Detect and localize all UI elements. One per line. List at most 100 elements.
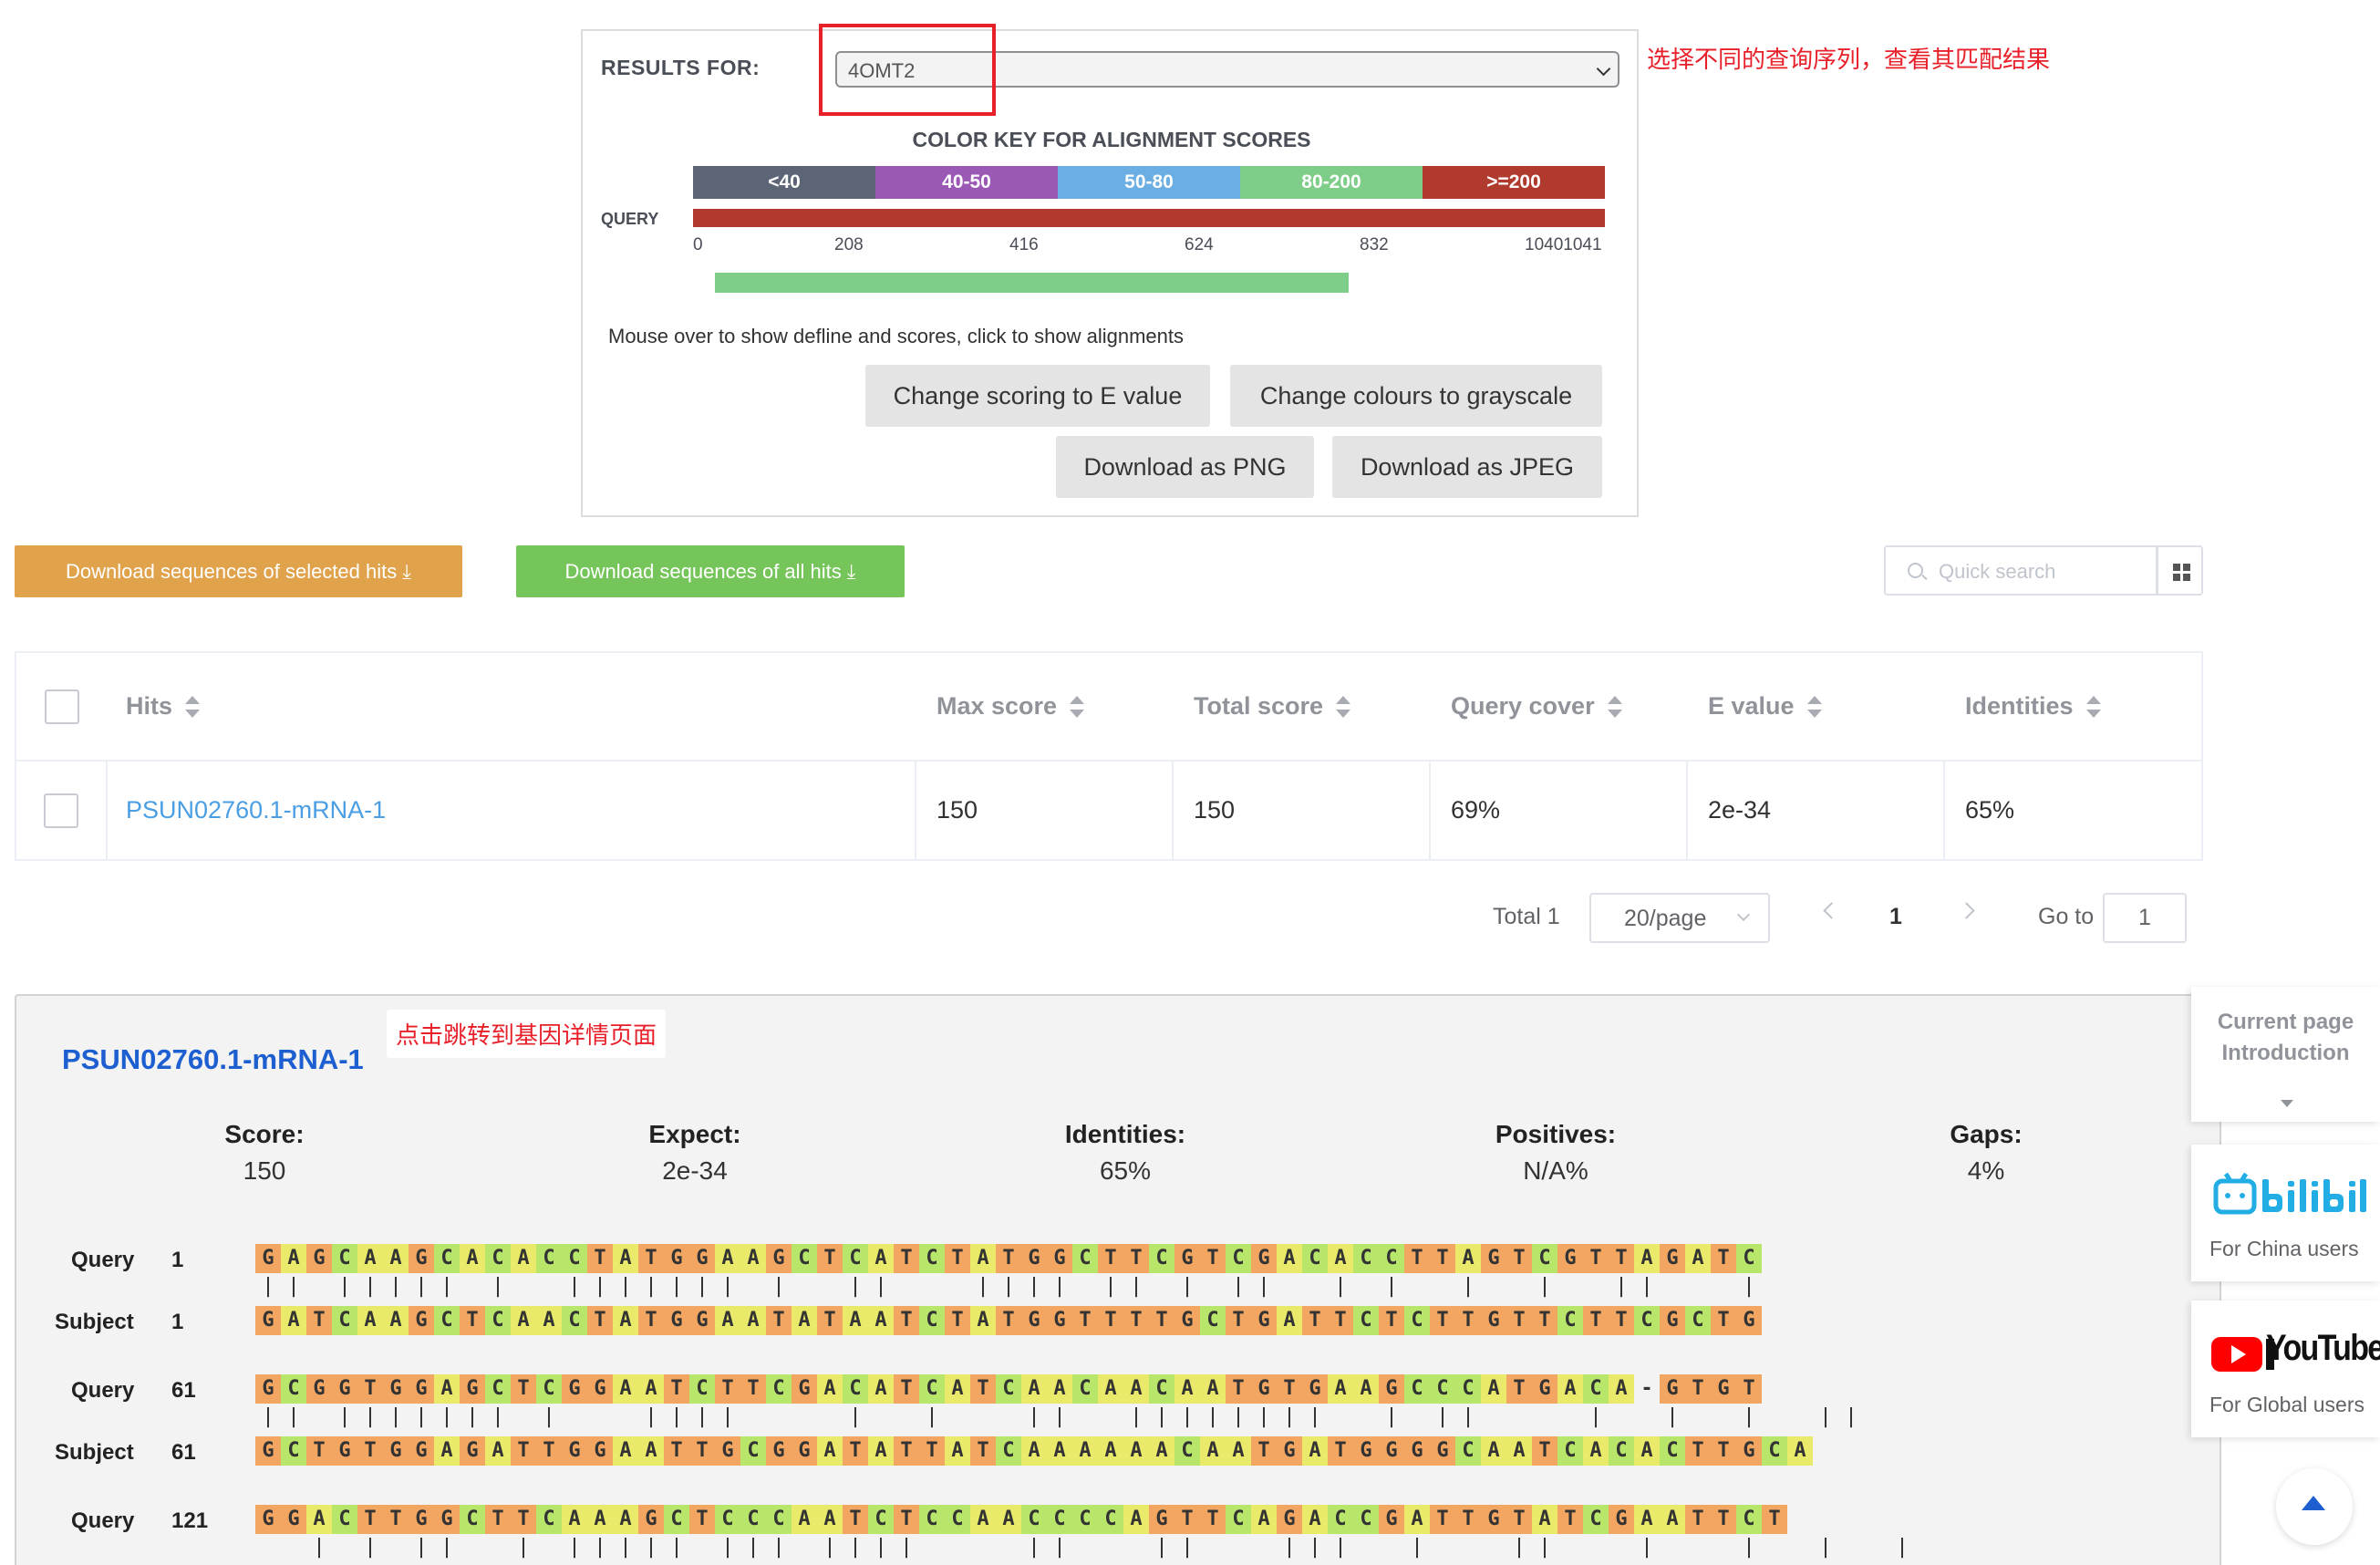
nucleotide: T <box>1200 1244 1226 1273</box>
nucleotide: - <box>1634 1374 1660 1404</box>
match-mark: | <box>287 1275 300 1298</box>
column-header-query-cover[interactable]: Query cover <box>1431 653 1688 760</box>
nucleotide: C <box>485 1374 511 1404</box>
row-checkbox[interactable] <box>44 793 78 828</box>
nucleotide: G <box>1609 1505 1634 1534</box>
subject-sequence: GATCAAGCTCAACTATGGAATATAATCTATGGTTTTGCTG… <box>255 1306 1762 1335</box>
match-mark <box>485 1536 511 1560</box>
download-all-button[interactable]: Download sequences of all hits ⤓ <box>516 545 905 597</box>
nucleotide: G <box>434 1505 460 1534</box>
match-mark <box>970 1536 996 1560</box>
column-header-hits[interactable]: Hits <box>108 653 916 760</box>
column-header-e-value[interactable]: E value <box>1688 653 1945 760</box>
quick-search[interactable] <box>1884 545 2158 596</box>
mouse-hint-text: Mouse over to show defline and scores, c… <box>608 325 1184 347</box>
stat-gaps: Gaps: 4% <box>1950 1120 2023 1185</box>
match-mark <box>1660 1275 1685 1299</box>
axis-tick: 832 <box>1360 235 1389 254</box>
match-mark: | <box>1206 1405 1219 1428</box>
youtube-link[interactable]: YouTube For Global users <box>2191 1301 2380 1437</box>
match-mark <box>1481 1275 1506 1299</box>
nucleotide: T <box>1609 1306 1634 1335</box>
column-header-max-score[interactable]: Max score <box>916 653 1174 760</box>
nucleotide: G <box>306 1244 332 1273</box>
color-key-segment: >=200 <box>1423 166 1605 199</box>
match-mark: | <box>1130 1275 1143 1298</box>
match-mark: | <box>645 1275 657 1298</box>
match-mark: | <box>1640 1536 1653 1559</box>
match-mark <box>868 1405 894 1429</box>
sort-icon[interactable] <box>1336 695 1351 718</box>
nucleotide: T <box>1506 1244 1532 1273</box>
nucleotide: C <box>1583 1374 1609 1404</box>
nucleotide: C <box>919 1505 945 1534</box>
match-mark: | <box>1232 1275 1245 1298</box>
hit-link[interactable]: PSUN02760.1-mRNA-1 <box>126 796 386 824</box>
alignment-hit-title[interactable]: PSUN02760.1-mRNA-1 <box>62 1043 364 1076</box>
page-introduction-widget[interactable]: Current page Introduction <box>2191 987 2380 1122</box>
quick-search-input[interactable] <box>1939 558 2148 586</box>
nucleotide: A <box>357 1306 383 1335</box>
sort-icon[interactable] <box>1607 695 1622 718</box>
nucleotide: T <box>587 1306 613 1335</box>
column-header-total-score[interactable]: Total score <box>1174 653 1431 760</box>
sort-icon[interactable] <box>2085 695 2101 718</box>
prev-page-icon[interactable] <box>1823 902 1840 919</box>
match-mark: | <box>874 1275 887 1298</box>
match-mark: | <box>415 1275 428 1298</box>
stat-score: Score: 150 <box>224 1120 305 1185</box>
sort-icon[interactable] <box>1806 695 1822 718</box>
match-mark: | <box>440 1536 453 1559</box>
nucleotide: T <box>383 1505 409 1534</box>
match-mark: | <box>1462 1275 1475 1298</box>
column-header-identities[interactable]: Identities <box>1945 653 2201 760</box>
download-jpeg-button[interactable]: Download as JPEG <box>1332 436 1602 498</box>
cell-max-score: 150 <box>916 762 1174 859</box>
nucleotide: C <box>792 1244 817 1273</box>
select-all-checkbox[interactable] <box>45 689 79 724</box>
next-page-icon[interactable] <box>1958 902 1975 919</box>
bilibili-link[interactable]: For China users <box>2191 1145 2380 1281</box>
nucleotide: C <box>1609 1436 1634 1466</box>
nucleotide: T <box>689 1505 715 1534</box>
nucleotide: A <box>1634 1505 1660 1534</box>
match-mark <box>1557 1275 1583 1299</box>
nucleotide: A <box>1634 1436 1660 1466</box>
change-scoring-button[interactable]: Change scoring to E value <box>865 365 1210 427</box>
nucleotide: C <box>1226 1505 1251 1534</box>
download-selected-button[interactable]: Download sequences of selected hits ⤓ <box>15 545 462 597</box>
nucleotide: G <box>1379 1436 1404 1466</box>
nucleotide: T <box>740 1374 766 1404</box>
nucleotide: A <box>383 1306 409 1335</box>
back-to-top-button[interactable] <box>2276 1468 2353 1545</box>
match-mark: | <box>1819 1536 1832 1559</box>
goto-page-input[interactable]: 1 <box>2103 893 2187 943</box>
match-mark: | <box>1130 1405 1143 1428</box>
current-page-number[interactable]: 1 <box>1889 904 1902 930</box>
match-mark <box>1277 1275 1302 1299</box>
sort-icon[interactable] <box>185 695 201 718</box>
match-mark <box>894 1275 919 1299</box>
sort-icon[interactable] <box>1070 695 1085 718</box>
match-mark: | <box>1257 1275 1270 1298</box>
match-mark: | <box>568 1275 581 1298</box>
match-mark <box>1787 1536 1813 1560</box>
page-size-select[interactable]: 20/page <box>1589 893 1770 943</box>
alignment-subject-label: Subject <box>55 1440 134 1465</box>
match-mark: | <box>262 1275 274 1298</box>
nucleotide: C <box>536 1505 562 1534</box>
grayscale-button[interactable]: Change colours to grayscale <box>1230 365 1602 427</box>
nucleotide: C <box>562 1244 587 1273</box>
nucleotide: A <box>1557 1374 1583 1404</box>
match-mark: | <box>1053 1405 1066 1428</box>
hit-alignment-bar[interactable] <box>715 273 1349 293</box>
nucleotide: C <box>996 1436 1021 1466</box>
match-mark: | <box>262 1405 274 1428</box>
nucleotide: T <box>894 1436 919 1466</box>
column-toggle-button[interactable] <box>2157 545 2203 596</box>
match-mark <box>792 1536 817 1560</box>
nucleotide: G <box>1660 1306 1685 1335</box>
match-mark: | <box>1155 1405 1168 1428</box>
download-png-button[interactable]: Download as PNG <box>1056 436 1314 498</box>
match-mark <box>1685 1275 1711 1299</box>
